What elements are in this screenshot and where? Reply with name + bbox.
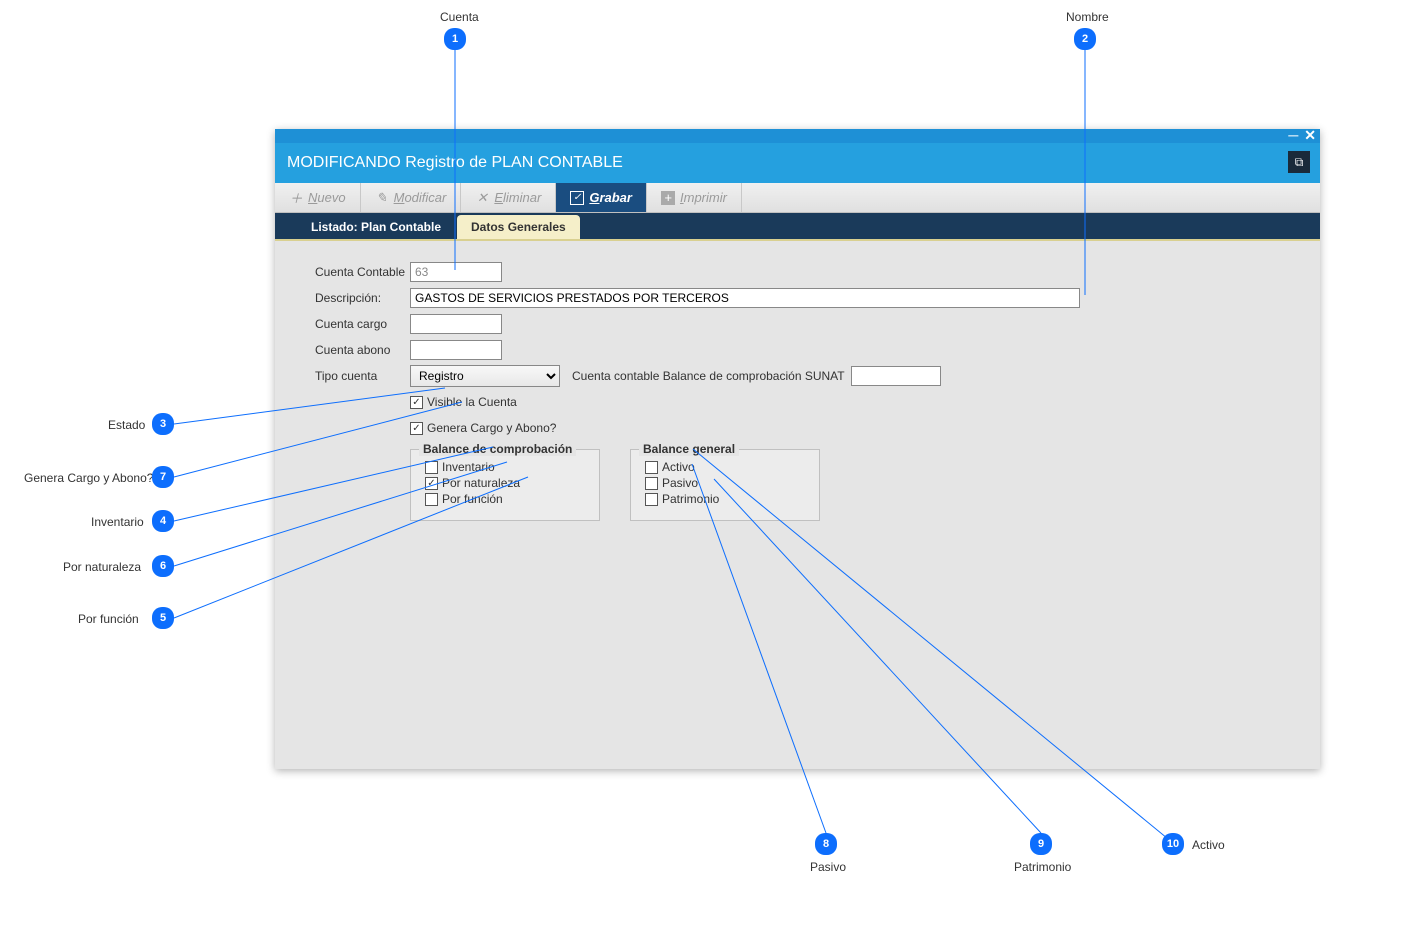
label-cuenta-contable: Cuenta Contable [315, 265, 410, 279]
callout-label-pasivo: Pasivo [810, 860, 846, 874]
label-descripcion: Descripción: [315, 291, 410, 305]
por-naturaleza-checkbox[interactable]: ✓ Por naturaleza [425, 476, 585, 490]
cuenta-contable-input[interactable] [410, 262, 502, 282]
groupbox-balance-general: Balance general Activo Pasivo Patrimonio [630, 449, 820, 521]
por-naturaleza-label: Por naturaleza [442, 476, 520, 490]
callout-label-funcion: Por función [78, 612, 139, 626]
label-sunat: Cuenta contable Balance de comprobación … [572, 369, 845, 383]
genera-cargo-abono-label: Genera Cargo y Abono? [427, 421, 556, 435]
callout-badge-2: 2 [1074, 28, 1096, 50]
checkbox-icon [645, 493, 658, 506]
tabbar: Listado: Plan Contable Datos Generales [275, 213, 1320, 241]
form-area: Cuenta Contable Descripción: Cuenta carg… [275, 241, 1320, 541]
checkbox-icon: ✓ [410, 422, 423, 435]
callout-badge-9: 9 [1030, 833, 1052, 855]
descripcion-input[interactable] [410, 288, 1080, 308]
sunat-input[interactable] [851, 366, 941, 386]
imprimir-button[interactable]: + Imprimir [647, 183, 742, 212]
activo-label: Activo [662, 460, 695, 474]
activo-checkbox[interactable]: Activo [645, 460, 805, 474]
app-window: ─ ✕ MODIFICANDO Registro de PLAN CONTABL… [275, 129, 1320, 769]
minimize-button[interactable]: ─ [1288, 127, 1298, 144]
toolbar: ＋ Nuevo ✎ Modificar ✕ Eliminar ✓ Grabar … [275, 183, 1320, 213]
window-title: MODIFICANDO Registro de PLAN CONTABLE [287, 154, 623, 172]
x-icon: ✕ [475, 191, 489, 205]
modificar-button[interactable]: ✎ Modificar [361, 183, 462, 212]
callout-label-cuenta: Cuenta [440, 10, 479, 24]
visible-cuenta-label: Visible la Cuenta [427, 395, 517, 409]
callout-badge-8: 8 [815, 833, 837, 855]
callout-label-inventario: Inventario [91, 515, 144, 529]
inventario-checkbox[interactable]: Inventario [425, 460, 585, 474]
checkbox-icon: ✓ [410, 396, 423, 409]
eliminar-button[interactable]: ✕ Eliminar [461, 183, 556, 212]
groupbox-title-comprobacion: Balance de comprobación [419, 442, 576, 456]
por-funcion-label: Por función [442, 492, 503, 506]
label-tipo-cuenta: Tipo cuenta [315, 369, 410, 383]
callout-badge-3: 3 [152, 413, 174, 435]
por-funcion-checkbox[interactable]: Por función [425, 492, 585, 506]
label-cuenta-abono: Cuenta abono [315, 343, 410, 357]
callout-badge-6: 6 [152, 555, 174, 577]
label-cuenta-cargo: Cuenta cargo [315, 317, 410, 331]
pencil-icon: ✎ [375, 191, 389, 205]
callout-label-nombre: Nombre [1066, 10, 1109, 24]
patrimonio-checkbox[interactable]: Patrimonio [645, 492, 805, 506]
callout-badge-1: 1 [444, 28, 466, 50]
checkbox-icon [645, 461, 658, 474]
nuevo-button[interactable]: ＋ Nuevo [275, 183, 361, 212]
checkbox-icon [645, 477, 658, 490]
checkbox-icon [425, 493, 438, 506]
print-icon: + [661, 191, 675, 205]
groupbox-title-general: Balance general [639, 442, 739, 456]
grabar-button[interactable]: ✓ Grabar [556, 183, 647, 212]
tipo-cuenta-select[interactable]: Registro [410, 365, 560, 387]
headerbar: MODIFICANDO Registro de PLAN CONTABLE ⧉ [275, 143, 1320, 183]
callout-label-patrimonio: Patrimonio [1014, 860, 1071, 874]
callout-badge-5: 5 [152, 607, 174, 629]
pasivo-label: Pasivo [662, 476, 698, 490]
close-button[interactable]: ✕ [1304, 127, 1316, 144]
callout-label-naturaleza: Por naturaleza [63, 560, 141, 574]
groupbox-balance-comprobacion: Balance de comprobación Inventario ✓ Por… [410, 449, 600, 521]
callout-label-activo: Activo [1192, 838, 1225, 852]
inventario-label: Inventario [442, 460, 495, 474]
visible-cuenta-checkbox[interactable]: ✓ Visible la Cuenta [410, 395, 517, 409]
tab-datos-generales[interactable]: Datos Generales [457, 215, 580, 239]
titlebar: ─ ✕ [275, 129, 1320, 143]
cuenta-cargo-input[interactable] [410, 314, 502, 334]
layout-icon[interactable]: ⧉ [1288, 151, 1310, 173]
genera-cargo-abono-checkbox[interactable]: ✓ Genera Cargo y Abono? [410, 421, 556, 435]
callout-badge-4: 4 [152, 510, 174, 532]
checkbox-icon [425, 461, 438, 474]
checkbox-icon: ✓ [425, 477, 438, 490]
cuenta-abono-input[interactable] [410, 340, 502, 360]
check-icon: ✓ [570, 191, 584, 205]
pasivo-checkbox[interactable]: Pasivo [645, 476, 805, 490]
callout-label-estado: Estado [108, 418, 145, 432]
tab-listado[interactable]: Listado: Plan Contable [297, 215, 455, 239]
callout-label-genera: Genera Cargo y Abono? [24, 471, 153, 485]
callout-badge-10: 10 [1162, 833, 1184, 855]
patrimonio-label: Patrimonio [662, 492, 719, 506]
callout-badge-7: 7 [152, 466, 174, 488]
plus-icon: ＋ [289, 191, 303, 205]
